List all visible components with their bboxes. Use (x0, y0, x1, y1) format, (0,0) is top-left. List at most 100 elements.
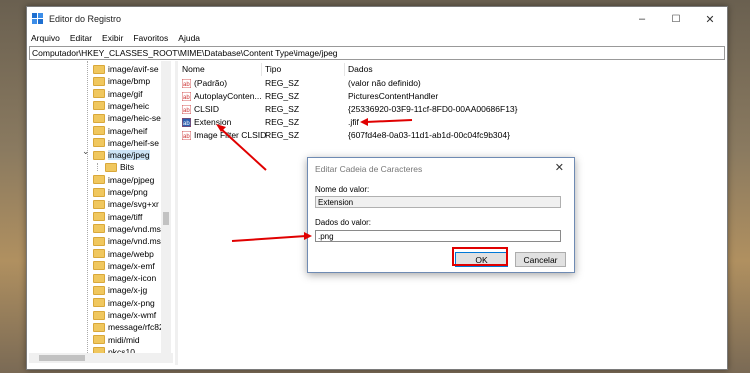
dialog-close-icon[interactable]: ✕ (555, 161, 564, 174)
folder-icon (93, 335, 105, 345)
tree-item[interactable]: image/x-png (93, 297, 155, 309)
tree-item[interactable]: image/svg+xr (93, 198, 159, 210)
value-data: {25336920-03F9-11cf-8FD0-00AA00686F13} (348, 104, 518, 114)
tree-item[interactable]: image/png (93, 186, 148, 198)
tree-item[interactable]: image/pjpeg (93, 174, 154, 186)
tree-item[interactable]: image/bmp (93, 75, 150, 87)
tree-item-label: midi/mid (108, 334, 140, 345)
tree-item[interactable]: image/webp (93, 248, 154, 260)
tree-item-label: image/heic-se (108, 113, 161, 124)
value-name: (Padrão) (194, 78, 228, 88)
menu-ajuda[interactable]: Ajuda (178, 33, 200, 43)
value-data: .jfif (348, 117, 359, 127)
tree-item-label: image/heic (108, 100, 150, 111)
menu-bar: Arquivo Editar Exibir Favoritos Ajuda (27, 31, 727, 44)
folder-icon (93, 150, 105, 160)
tree-item[interactable]: image/heic (93, 100, 149, 112)
tree-hscroll-thumb[interactable] (39, 355, 85, 361)
pane-splitter[interactable] (175, 61, 178, 365)
menu-exibir[interactable]: Exibir (102, 33, 123, 43)
tree-item[interactable]: image/x-emf (93, 260, 155, 272)
value-data: PicturesContentHandler (348, 91, 439, 101)
tree-item[interactable]: image/x-icon (93, 272, 156, 284)
tree-item[interactable]: pkcs10 (93, 346, 135, 353)
tree-item-label: image/x-emf (108, 260, 155, 271)
tree-item[interactable]: Bits (105, 161, 134, 173)
value-type: REG_SZ (265, 91, 300, 101)
tree-item-label: image/jpeg (108, 150, 150, 161)
string-value-icon: ab (181, 78, 192, 89)
tree-item[interactable]: image/heif-se (93, 137, 159, 149)
folder-icon (105, 162, 117, 172)
tree-guide-line (97, 163, 98, 171)
tree-item[interactable]: image/avif-se (93, 63, 159, 75)
folder-icon (93, 187, 105, 197)
menu-favoritos[interactable]: Favoritos (133, 33, 168, 43)
tree-item[interactable]: message/rfc82 (93, 321, 164, 333)
folder-icon (93, 298, 105, 308)
folder-icon (93, 249, 105, 258)
folder-icon (93, 273, 105, 283)
tree-item-label: image/x-icon (108, 273, 157, 284)
svg-text:ab: ab (183, 108, 190, 114)
tree-item-label: image/svg+xr (108, 199, 159, 210)
address-bar[interactable]: Computador\HKEY_CLASSES_ROOT\MIME\Databa… (29, 46, 725, 60)
column-header-name[interactable]: Nome (179, 63, 262, 76)
folder-icon (93, 199, 105, 209)
tree-item-label: image/vnd.ms (108, 236, 161, 247)
tree-item[interactable]: ⌄ image/jpeg (82, 146, 150, 161)
title-bar: Editor do Registro – ☐ ✕ (27, 7, 727, 31)
tree-item[interactable]: image/gif (93, 88, 143, 100)
value-row[interactable]: ab Image Filter CLSID REG_SZ {607fd4e8-0a03… (179, 129, 725, 142)
tree-item-label: image/vnd.ms (108, 223, 161, 234)
folder-icon (93, 224, 105, 234)
value-data: (valor não definido) (348, 78, 421, 88)
folder-icon (93, 285, 105, 295)
tree-item-label: image/bmp (108, 76, 151, 87)
tree-item-label: image/webp (108, 248, 154, 259)
tree-item[interactable]: midi/mid (93, 334, 140, 346)
value-row[interactable]: ab Extension REG_SZ .jfif (179, 116, 725, 129)
tree-item[interactable]: image/x-wmf (93, 309, 156, 321)
value-row[interactable]: ab AutoplayConten... REG_SZ PicturesContent… (179, 90, 725, 103)
tree-item-label: image/x-wmf (108, 310, 157, 320)
minimize-button[interactable]: – (625, 7, 659, 31)
tree-item-label: image/heif (108, 125, 148, 136)
tree-item-label: image/tiff (108, 211, 143, 222)
tree-item[interactable]: image/vnd.ms (93, 223, 161, 235)
svg-text:ab: ab (183, 134, 190, 140)
tree-item-label: image/pjpeg (108, 174, 155, 185)
folder-icon (93, 76, 105, 86)
cancel-button[interactable]: Cancelar (515, 252, 566, 267)
tree-item[interactable]: image/tiff (93, 211, 142, 223)
tree-item[interactable]: image/heif (93, 125, 147, 137)
string-value-icon: ab (181, 130, 192, 141)
value-name-field: Extension (315, 196, 561, 208)
value-row[interactable]: ab CLSID REG_SZ {25336920-03F9-11cf-8FD0-00… (179, 103, 725, 116)
edit-string-dialog: Editar Cadeia de Caracteres ✕ Nome do va… (307, 157, 575, 273)
column-header-data[interactable]: Dados (345, 63, 545, 76)
tree-item[interactable]: image/x-jg (93, 284, 147, 296)
tree-item[interactable]: image/heic-se (93, 112, 161, 124)
folder-icon (93, 212, 105, 222)
tree-scrollbar[interactable] (161, 61, 171, 353)
ok-highlight-box (452, 247, 508, 266)
tree-item-label: image/png (108, 187, 148, 197)
close-button[interactable]: ✕ (693, 7, 727, 31)
folder-icon (93, 101, 105, 111)
chevron-down-icon[interactable]: ⌄ (82, 146, 90, 157)
tree-item[interactable]: image/vnd.ms (93, 235, 161, 247)
maximize-button[interactable]: ☐ (659, 7, 693, 31)
value-data-input[interactable]: .png (315, 230, 561, 242)
string-value-icon: ab (181, 91, 192, 102)
value-type: REG_SZ (265, 130, 300, 140)
registry-editor-window: Editor do Registro – ☐ ✕ Arquivo Editar … (26, 6, 728, 370)
value-row[interactable]: ab (Padrão) REG_SZ (valor não definido) (179, 77, 725, 90)
tree-scroll-thumb[interactable] (163, 212, 169, 225)
value-name: CLSID (194, 104, 220, 114)
column-header-type[interactable]: Tipo (262, 63, 345, 76)
menu-arquivo[interactable]: Arquivo (31, 33, 60, 43)
tree-horizontal-scrollbar[interactable] (29, 353, 173, 363)
menu-editar[interactable]: Editar (70, 33, 92, 43)
tree-item-label: Bits (120, 162, 135, 173)
